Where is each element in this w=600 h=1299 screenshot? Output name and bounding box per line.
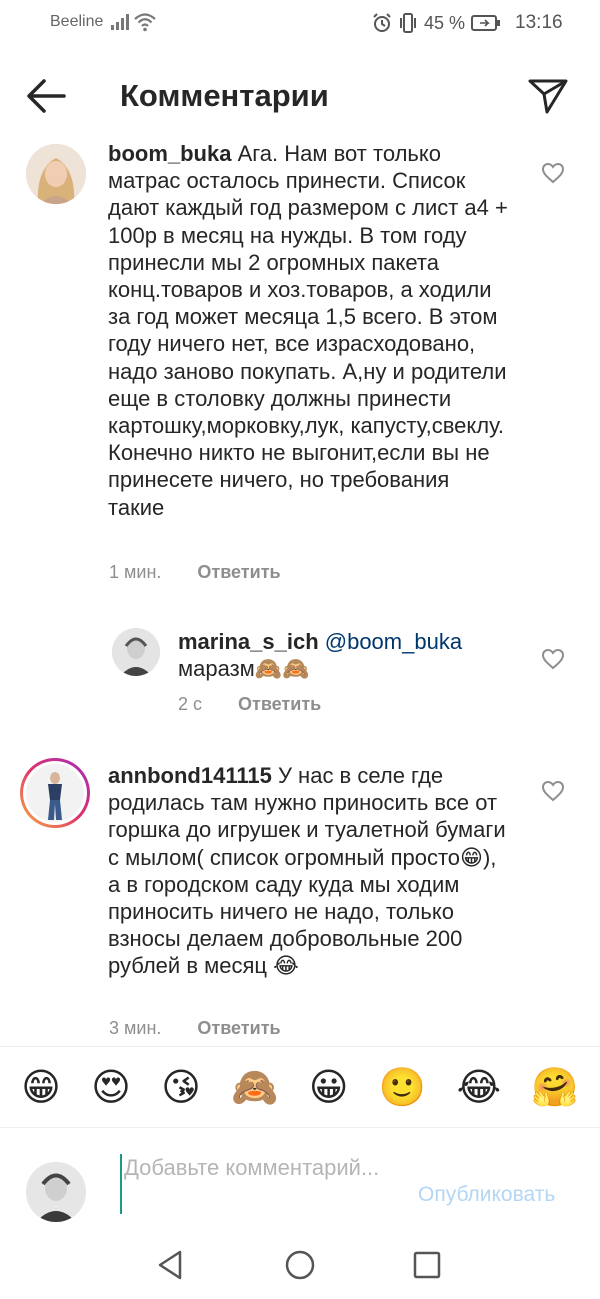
reply-comment-item: marina_s_ich @boom_buka маразм🙈🙈 2 с Отв… [0,626,600,726]
home-circle-icon[interactable] [283,1248,317,1282]
clock: 13:16 [515,12,563,33]
emoji-see-no-evil-button[interactable]: 🙈 [231,1065,278,1109]
comment-meta: 2 с Ответить [178,694,321,715]
carrier-name: Beeline [50,13,104,30]
comment-item: annbond141115 У нас в селе где родилась … [0,758,600,1048]
comment-input[interactable] [120,1154,400,1214]
comment-time: 1 мин. [109,562,162,582]
comment-meta: 3 мин. Ответить [109,1018,281,1039]
comment-time: 3 мин. [109,1018,162,1038]
publish-button[interactable]: Опубликовать [418,1183,555,1207]
avatar-photo [26,144,86,204]
reply-button[interactable]: Ответить [197,562,280,583]
wifi-icon [134,13,156,32]
paper-plane-icon[interactable] [526,74,570,118]
back-triangle-icon[interactable] [154,1248,188,1282]
emoji-hug-button[interactable]: 🤗 [531,1065,578,1109]
avatar-photo [26,764,84,822]
comment-text: У нас в селе где родилась там нужно прин… [108,763,506,979]
comment-text: Ага. Нам вот только матрас осталось прин… [108,141,508,520]
avatar-photo [112,628,160,676]
comment-input-bar: Опубликовать [0,1128,600,1234]
avatar-photo [26,1162,86,1222]
emoji-heart-eyes-button[interactable]: 😍 [91,1065,131,1109]
reply-button[interactable]: Ответить [238,694,321,715]
system-nav-bar [0,1234,600,1299]
comment-body: marina_s_ich @boom_buka маразм🙈🙈 [178,628,498,682]
comment-item: boom_buka Ага. Нам вот только матрас ост… [0,140,600,600]
signal-icon [111,14,129,30]
reply-button[interactable]: Ответить [197,1018,280,1039]
emoji-grin-button[interactable]: 😁 [21,1065,61,1109]
page-title: Комментарии [120,78,329,113]
heart-icon[interactable] [541,648,565,670]
status-right: 45 % 13:16 [372,11,563,35]
comment-meta: 1 мин. Ответить [109,562,281,583]
story-avatar[interactable] [20,758,90,828]
heart-icon[interactable] [541,162,565,184]
arrow-left-icon[interactable] [24,76,68,116]
emoji-joy-button[interactable]: 😂 [457,1065,501,1109]
comment-body: annbond141115 У нас в селе где родилась … [108,762,510,980]
comment-text: маразм🙈🙈 [178,656,310,682]
avatar[interactable] [112,628,160,676]
vibrate-icon [400,13,416,33]
alarm-icon [373,13,391,32]
avatar[interactable] [26,144,86,204]
emoji-slight-smile-button[interactable]: 🙂 [379,1065,426,1109]
status-bar: Beeline 45 % 13:16 [0,0,600,44]
comment-username[interactable]: boom_buka [108,141,231,166]
comment-time: 2 с [178,694,203,714]
avatar-ring-gap [23,761,87,825]
emoji-quick-bar: 😁 😍 😘 🙈 😀 🙂 😂 🤗 [0,1046,600,1128]
comment-username[interactable]: annbond141115 [108,763,272,788]
battery-icon [471,15,501,31]
comment-mention[interactable]: @boom_buka [319,629,462,654]
emoji-grinning-button[interactable]: 😀 [309,1065,349,1109]
recents-square-icon[interactable] [410,1248,444,1282]
user-avatar [26,1162,86,1222]
comment-username[interactable]: marina_s_ich [178,629,319,654]
battery-percent: 45 % [424,12,466,33]
header: Комментарии [0,60,600,132]
heart-icon[interactable] [541,780,565,802]
comment-body: boom_buka Ага. Нам вот только матрас ост… [108,140,510,521]
emoji-kiss-button[interactable]: 😘 [161,1065,201,1109]
